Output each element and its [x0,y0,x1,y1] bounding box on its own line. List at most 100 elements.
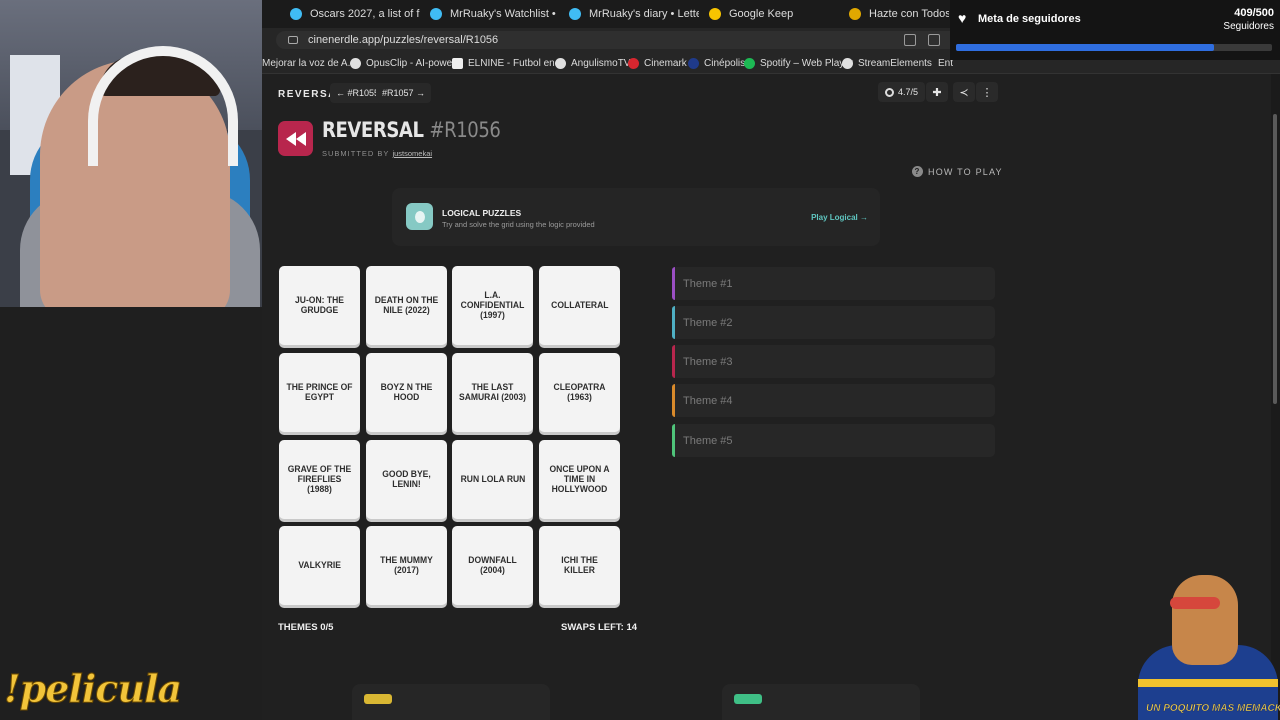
movie-card[interactable]: BOYZ N THE HOOD [366,353,447,432]
keep-icon [709,8,721,20]
share-button[interactable]: ≺ [953,82,975,102]
movie-title: GRAVE OF THE FIREFLIES (1988) [287,463,352,495]
rewind-icon [285,131,306,146]
bookmark[interactable]: StreamElements [842,56,932,70]
movie-card[interactable]: THE LAST SAMURAI (2003) [452,353,533,432]
theme-label: Theme #2 [683,316,733,329]
streamelements-icon [842,57,853,69]
scrollbar-thumb[interactable] [1273,114,1277,404]
movie-title: RUN LOLA RUN [460,473,525,485]
goal-progress-fill [956,44,1215,51]
movie-card[interactable]: THE MUMMY (2017) [366,526,447,605]
next-puzzle-button[interactable]: #R1057 → [376,83,432,103]
chat-command-overlay: !pelicula [3,666,182,712]
logical-puzzles-promo[interactable]: LOGICAL PUZZLES Try and solve the grid u… [392,188,880,246]
puzzle-piece-icon: ✚ [932,86,942,99]
movie-title: VALKYRIE [298,559,341,571]
movie-title: ONCE UPON A TIME IN HOLLYWOOD [549,463,610,495]
browser-tab[interactable]: Oscars 2027, a list of films [290,4,420,24]
bookmark[interactable]: Mejorar la voz de A... [262,56,356,70]
play-logical-link[interactable]: Play Logical → [811,213,868,222]
movie-card[interactable]: RUN LOLA RUN [452,440,533,519]
movie-card[interactable]: ONCE UPON A TIME IN HOLLYWOOD [539,440,620,519]
theme-color-bar [672,424,675,457]
promo-title: LOGICAL PUZZLES [442,208,522,218]
mascot-head [1172,575,1238,665]
angulismo-icon [555,57,566,69]
title-text: REVERSAL [322,118,424,142]
more-vertical-icon: ⋮ [981,86,993,99]
movie-card[interactable]: ICHI THE KILLER [539,526,620,605]
globe-icon [885,87,894,97]
movie-card[interactable]: THE PRINCE OF EGYPT [279,353,360,432]
bookmark[interactable]: OpusClip - AI-powe... [350,56,460,70]
browser-tab[interactable]: Google Keep [709,4,837,24]
bookmark-label: Mejorar la voz de A... [262,57,356,69]
cast-icon[interactable] [928,34,940,46]
help-icon: ? [912,166,923,177]
rating-badge[interactable]: 4.7/5 [878,82,926,102]
bookmark[interactable]: Cinépolis [688,56,745,70]
url-text: cinenerdle.app/puzzles/reversal/R1056 [308,34,499,46]
browser-tab[interactable]: Hazte con Todos - Simula [849,4,949,24]
submitted-by: SUBMITTED BY justsomekai [322,149,432,158]
movie-card[interactable]: CLEOPATRA (1963) [539,353,620,432]
heart-hands-icon: ♥ [958,10,967,26]
bookmark[interactable]: Cinemark [628,56,687,70]
movie-title: DEATH ON THE NILE (2022) [374,294,439,316]
movie-title: THE LAST SAMURAI (2003) [459,381,526,403]
bookmark-label: ELNINE - Futbol en... [468,57,564,69]
more-options-button[interactable]: ⋮ [976,82,998,102]
theme-label: Theme #3 [683,355,733,368]
movie-card[interactable]: COLLATERAL [539,266,620,345]
theme-slot: Theme #5 [672,424,995,457]
movie-card[interactable]: DEATH ON THE NILE (2022) [366,266,447,345]
theme-color-bar [672,384,675,417]
theme-slot: Theme #3 [672,345,995,378]
tab-label: MrRuaky's Watchlist • Letterb [450,8,558,20]
bookmark[interactable]: AngulismoTV [555,56,630,70]
card-accent [734,694,762,704]
cinemark-icon [628,57,639,69]
browser-tab[interactable]: MrRuaky's Watchlist • Letterb [430,4,558,24]
theme-label: Theme #1 [683,277,733,290]
tab-label: Google Keep [729,8,794,20]
mascot-shirt-stripe [1138,679,1278,687]
letterboxd-icon [430,8,442,20]
browser-tab[interactable]: MrRuaky's diary • Letterboxd [569,4,699,24]
author-link[interactable]: justsomekai [392,149,432,158]
goal-count: 409/500 [1234,7,1274,19]
related-puzzle-card[interactable] [722,684,920,720]
theme-slot: Theme #1 [672,267,995,300]
bookmark-label: Cinépolis [704,57,746,69]
puzzle-piece-button[interactable]: ✚ [926,82,948,102]
puzzle-number: #R1056 [429,118,501,142]
share-icon: ≺ [959,86,969,99]
movie-card[interactable]: DOWNFALL (2004) [452,526,533,605]
movie-card[interactable]: GOOD BYE, LENIN! [366,440,447,519]
theme-color-bar [672,345,675,378]
screen: Oscars 2027, a list of films MrRuaky's W… [0,0,1280,720]
bookmark[interactable]: Spotify – Web Player [744,56,853,70]
reversal-logo [278,121,313,156]
stream-side-panel [0,307,262,720]
movie-card[interactable]: JU-ON: THE GRUDGE [279,266,360,345]
site-info-icon[interactable] [288,36,298,44]
movie-card[interactable]: GRAVE OF THE FIREFLIES (1988) [279,440,360,519]
bolt-icon [849,8,861,20]
theme-slot: Theme #4 [672,384,995,417]
movie-title: COLLATERAL [550,299,609,311]
swaps-left-counter: SWAPS LEFT: 14 [561,622,638,633]
bookmark-label: Cinemark [644,57,687,69]
movie-title: L.A. CONFIDENTIAL (1997) [460,289,525,321]
movie-card[interactable]: L.A. CONFIDENTIAL (1997) [452,266,533,345]
movie-title: THE PRINCE OF EGYPT [286,381,353,403]
tab-label: MrRuaky's diary • Letterboxd [589,8,699,20]
translate-icon[interactable] [904,34,916,46]
how-to-play-button[interactable]: ? HOW TO PLAY [912,166,1003,177]
bookmark[interactable]: ELNINE - Futbol en... [452,56,563,70]
related-puzzle-card[interactable] [352,684,550,720]
how-to-play-label: HOW TO PLAY [928,166,1003,177]
movie-card[interactable]: VALKYRIE [279,526,360,605]
letterboxd-icon [569,8,581,20]
